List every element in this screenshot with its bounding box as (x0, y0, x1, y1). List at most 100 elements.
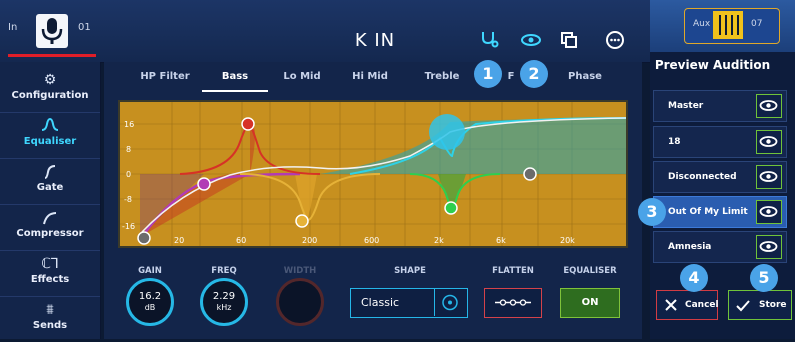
eye-icon[interactable] (756, 130, 782, 154)
x-tick: 20k (560, 236, 575, 245)
x-tick: 200 (302, 236, 318, 245)
eye-icon[interactable] (756, 165, 782, 189)
equaliser-label: EQUALISER (563, 266, 617, 276)
step-badge-2: 2 (520, 60, 548, 88)
sidebar-item-gate[interactable]: Gate (0, 158, 100, 205)
preview-item-out-of-my-limit[interactable]: Out Of My Limit (653, 196, 787, 228)
gate-icon (0, 164, 100, 182)
gain-knob[interactable]: 16.2 dB (126, 278, 174, 326)
tab-bass[interactable]: Bass (202, 66, 268, 92)
sidebar-item-label: Gate (36, 182, 64, 193)
aux-label: Aux (693, 19, 711, 29)
shape-value: Classic (361, 296, 400, 309)
preview-item-label: Out Of My Limit (668, 207, 748, 217)
tab-f[interactable]: F (504, 66, 518, 90)
shape-label: SHAPE (394, 266, 426, 276)
preview-title: Preview Audition (654, 58, 771, 72)
close-icon (663, 296, 679, 318)
eye-icon[interactable] (756, 94, 782, 118)
flatten-button[interactable] (484, 288, 542, 318)
gain-value: 16.2 (138, 291, 162, 302)
sidebar-item-configuration[interactable]: ⚙ Configuration (0, 66, 100, 113)
sidebar-item-effects[interactable]: ℂ⅂ Effects (0, 250, 100, 297)
microphone-icon (36, 14, 68, 48)
preview-item-disconnected[interactable]: Disconnected (653, 161, 787, 193)
preview-item-master[interactable]: Master (653, 90, 787, 122)
gain-label: GAIN (138, 266, 162, 276)
y-tick: 8 (126, 145, 132, 154)
x-tick: 600 (364, 236, 380, 245)
y-tick: -16 (122, 222, 136, 231)
tab-lo-mid[interactable]: Lo Mid (272, 66, 332, 90)
store-label: Store (759, 300, 787, 310)
tab-hp-filter[interactable]: HP Filter (130, 66, 200, 90)
configuration-icon: ⚙ (43, 72, 57, 88)
x-tick: 60 (236, 236, 247, 245)
sidebar-item-label: Configuration (11, 90, 89, 101)
step-badge-5: 5 (750, 264, 778, 292)
mixer-icon (713, 11, 743, 39)
compressor-icon (0, 210, 100, 228)
sends-icon: ⩩ (46, 302, 54, 318)
dropdown-icon (434, 289, 467, 316)
sidebar-item-sends[interactable]: ⩩ Sends (0, 296, 100, 342)
preview-item-label: Amnesia (668, 242, 712, 252)
eye-icon[interactable] (756, 200, 782, 224)
y-tick: 0 (126, 170, 132, 179)
aux-selector[interactable]: Aux 07 (684, 8, 780, 44)
x-tick: 2k (434, 236, 444, 245)
copy-icon[interactable] (558, 30, 580, 50)
sidebar-item-label: Equaliser (23, 136, 77, 147)
processing-sidebar: ⚙ Configuration Equaliser Gate Compresso… (0, 62, 101, 339)
y-tick: 16 (124, 120, 135, 129)
preview-item-label: Master (668, 101, 704, 111)
step-badge-4: 4 (680, 264, 708, 292)
eq-controls: GAIN 16.2 dB FREQ 2.29 kHz WIDTH SHAPE C… (112, 260, 632, 339)
eye-icon[interactable] (520, 30, 542, 50)
freq-knob[interactable]: 2.29 kHz (200, 278, 248, 326)
sidebar-item-compressor[interactable]: Compressor (0, 204, 100, 251)
channel-name: K IN (354, 30, 396, 51)
cancel-label: Cancel (685, 300, 719, 310)
eq-response-graph[interactable]: 16 8 0 -8 -16 20 60 200 600 2k 6k 20k (118, 100, 628, 248)
preview-item-label: 18 (668, 137, 681, 147)
stethoscope-icon[interactable] (478, 30, 500, 50)
width-knob (276, 278, 324, 326)
channel-color-strip (8, 54, 96, 57)
channel-selector[interactable]: In 01 (6, 14, 110, 54)
sidebar-item-label: Effects (30, 274, 70, 285)
library-icon[interactable] (604, 30, 626, 50)
preview-item-label: Disconnected (668, 172, 737, 182)
cancel-button[interactable]: Cancel (656, 290, 719, 320)
preview-item-18[interactable]: 18 (653, 126, 787, 158)
freq-value: 2.29 (212, 291, 236, 302)
step-badge-1: 1 (474, 60, 502, 88)
preview-item-amnesia[interactable]: Amnesia (653, 231, 787, 263)
x-tick: 6k (496, 236, 506, 245)
channel-number: 01 (78, 22, 91, 33)
eq-band-tabs: HP Filter Bass Lo Mid Hi Mid Treble F Ph… (112, 66, 632, 92)
tab-hi-mid[interactable]: Hi Mid (340, 66, 400, 90)
store-button[interactable]: Store (728, 290, 792, 320)
freq-unit: kHz (216, 303, 232, 312)
width-label: WIDTH (283, 266, 317, 276)
tab-phase[interactable]: Phase (552, 66, 618, 90)
sidebar-item-label: Sends (32, 320, 68, 331)
input-label: In (8, 22, 18, 33)
x-tick: 20 (174, 236, 185, 245)
tab-treble[interactable]: Treble (412, 66, 472, 90)
checkmark-icon (735, 296, 751, 318)
y-tick: -8 (124, 195, 132, 204)
equaliser-icon (0, 117, 100, 136)
sidebar-item-label: Compressor (16, 228, 84, 239)
gain-unit: dB (144, 303, 156, 312)
freq-label: FREQ (211, 266, 237, 276)
shape-select[interactable]: Classic (350, 288, 468, 318)
sidebar-item-equaliser[interactable]: Equaliser (0, 112, 100, 159)
effects-icon: ℂ⅂ (41, 256, 59, 272)
equaliser-on-button[interactable]: ON (560, 288, 620, 318)
eye-icon[interactable] (756, 235, 782, 259)
aux-number: 07 (751, 19, 763, 29)
flatten-label: FLATTEN (492, 266, 534, 276)
step-badge-3: 3 (638, 198, 666, 226)
